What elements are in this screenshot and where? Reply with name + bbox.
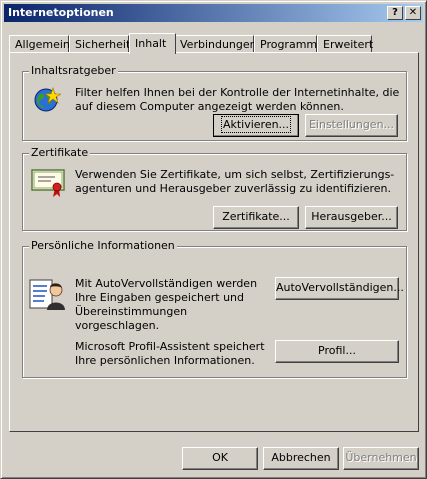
profile-button[interactable]: Profil... — [275, 340, 399, 363]
tab-programme[interactable]: Programme — [254, 35, 324, 53]
tab-sicherheit[interactable]: Sicherheit — [69, 35, 130, 53]
content-advisor-group: Inhaltsratgeber Filter helfen Ihnen bei … — [22, 64, 407, 141]
tab-erweitert[interactable]: Erweitert — [317, 35, 373, 53]
publishers-button[interactable]: Herausgeber... — [305, 206, 398, 229]
personal-info-group: Persönliche Informationen Mit AutoVervol… — [22, 239, 407, 378]
close-button[interactable]: ✕ — [405, 6, 421, 20]
certificates-button[interactable]: Zertifikate... — [213, 206, 299, 229]
tab-inhalt[interactable]: Inhalt — [129, 33, 176, 54]
autocomplete-description: Mit AutoVervollständigen werden Ihre Ein… — [75, 277, 258, 332]
activate-button-label: Aktivieren... — [220, 116, 292, 133]
personal-info-title: Persönliche Informationen — [29, 239, 177, 252]
autocomplete-button[interactable]: AutoVervollständigen... — [275, 277, 404, 300]
content-tab-panel: Inhaltsratgeber Filter helfen Ihnen bei … — [9, 52, 419, 432]
settings-button[interactable]: Einstellungen... — [305, 114, 398, 137]
content-advisor-description: Filter helfen Ihnen bei der Kontrolle de… — [75, 86, 400, 113]
activate-button[interactable]: Aktivieren... — [213, 114, 299, 137]
certificate-icon — [31, 166, 67, 201]
help-button[interactable]: ? — [387, 6, 403, 20]
apply-button[interactable]: Übernehmen — [343, 447, 419, 470]
profile-description: Microsoft Profil-Assistent speichert Ihr… — [75, 340, 265, 367]
tab-allgemein[interactable]: Allgemein — [9, 35, 70, 53]
internet-options-dialog: Internetoptionen ? ✕ Allgemein Sicherhei… — [0, 0, 427, 479]
certificates-title: Zertifikate — [29, 146, 91, 159]
title-bar[interactable]: Internetoptionen ? ✕ — [4, 4, 423, 22]
cancel-button[interactable]: Abbrechen — [263, 447, 339, 470]
profile-card-icon — [29, 277, 65, 314]
content-advisor-title: Inhaltsratgeber — [29, 64, 118, 77]
globe-icon — [33, 86, 63, 117]
tab-verbindungen[interactable]: Verbindungen — [174, 35, 257, 53]
ok-button[interactable]: OK — [182, 447, 258, 470]
certificates-description: Verwenden Sie Zertifikate, um sich selbs… — [75, 168, 395, 195]
window-title: Internetoptionen — [8, 6, 114, 19]
certificates-group: Zertifikate Verwenden Sie Zertifikate, u… — [22, 146, 407, 231]
